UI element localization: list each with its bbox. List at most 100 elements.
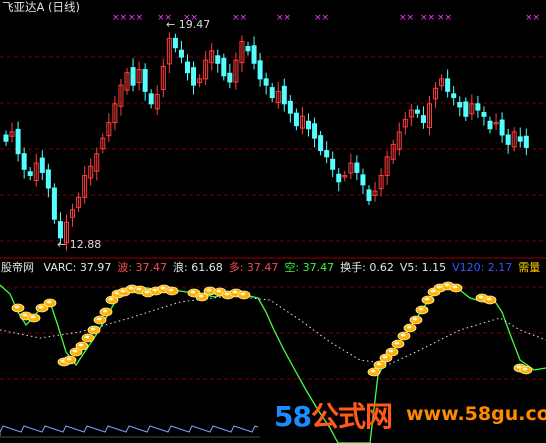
signal-bubble-highlight	[14, 305, 20, 309]
candle-body	[457, 102, 463, 108]
signal-bubble-highlight	[96, 317, 102, 321]
candle-body	[324, 150, 330, 158]
candle-body	[51, 187, 57, 220]
candle-body	[45, 169, 51, 189]
signal-bubble-highlight	[78, 343, 84, 347]
candle-body	[420, 115, 426, 124]
indicator-value: 需量	[518, 261, 541, 274]
signal-bubble-highlight	[418, 307, 424, 311]
signal-bubble-highlight	[406, 325, 412, 329]
candle-body	[354, 162, 360, 173]
indicator-value: 波: 37.47	[117, 261, 168, 274]
signal-bubble-highlight	[436, 285, 442, 289]
candle-body	[172, 37, 178, 49]
candle-body	[3, 134, 9, 142]
stock-chart-window: ×× ×× ×× ×× ×× ×× ×× ×× ×× ×× ×× 飞亚达A (日线) ← 19.47…	[0, 0, 546, 443]
signal-bubble-highlight	[84, 335, 90, 339]
signal-bubble-highlight	[120, 289, 126, 293]
signal-marker: ××	[276, 13, 291, 23]
signal-bubble-highlight	[144, 290, 150, 294]
indicator-value: V5: 1.15	[399, 261, 447, 274]
candle-body	[293, 112, 299, 127]
candle-body	[499, 119, 505, 136]
signal-marker: ××	[314, 13, 329, 23]
candle-body	[251, 45, 257, 64]
candle-body	[445, 78, 451, 92]
signal-bubble-highlight	[72, 349, 78, 353]
candle-body	[414, 109, 420, 114]
indicator-value: V120: 2.17	[452, 261, 513, 274]
candle-body	[487, 120, 493, 130]
signal-bubble-highlight	[216, 289, 222, 293]
candle-body	[245, 45, 251, 52]
signal-bubble-highlight	[478, 295, 484, 299]
candle-body	[330, 158, 336, 170]
candle-body	[505, 134, 511, 145]
candle-body	[269, 87, 275, 99]
candlestick-chart[interactable]: ×× ×× ×× ×× ×× ×× ×× ×× ×× ×× ××	[0, 0, 546, 443]
signal-bubble-highlight	[22, 313, 28, 317]
indicator-value: 多: 37.47	[228, 261, 279, 274]
candle-body	[191, 67, 197, 86]
signal-bubble-highlight	[136, 287, 142, 291]
candle-body	[215, 55, 221, 64]
signal-bubble-highlight	[388, 349, 394, 353]
signal-marker: ××	[399, 13, 414, 23]
signal-bubble-highlight	[522, 367, 528, 371]
candle-body	[451, 93, 457, 99]
candle-body	[366, 189, 372, 201]
signal-bubble-highlight	[412, 317, 418, 321]
signal-marker: ××	[128, 13, 143, 23]
indicator-values: VARC: 37.97 波: 37.47 浪: 61.68 多: 37.47 空: 37…	[38, 261, 541, 275]
signal-bubble-highlight	[108, 297, 114, 301]
candle-body	[263, 78, 269, 86]
candle-body	[148, 93, 154, 105]
signal-marker: ××	[232, 13, 247, 23]
candle-body	[463, 101, 469, 117]
signal-bubble-highlight	[102, 309, 108, 313]
high-price-label: ← 19.47	[166, 18, 211, 31]
candle-body	[142, 69, 148, 92]
candle-body	[312, 123, 318, 139]
signal-bubble-highlight	[38, 305, 44, 309]
signal-bubble-highlight	[128, 286, 134, 290]
candle-body	[475, 103, 481, 111]
indicator-value: 换手: 0.62	[340, 261, 394, 274]
candle-body	[517, 136, 523, 142]
candle-body	[360, 174, 366, 186]
candle-body	[257, 60, 263, 80]
candle-body	[221, 57, 227, 77]
signal-bubble-highlight	[370, 369, 376, 373]
signal-marker: ××	[525, 13, 540, 23]
candle-body	[306, 120, 311, 130]
signal-bubble-highlight	[400, 333, 406, 337]
watermark-url: www.58gu.com	[406, 403, 546, 425]
candle-body	[27, 171, 33, 177]
signal-bubble-highlight	[190, 290, 196, 294]
signal-bubble-highlight	[30, 315, 36, 319]
indicator-name: 股帝网	[1, 261, 34, 274]
signal-marker: ××	[437, 13, 452, 23]
candle-body	[523, 135, 529, 148]
signal-bubble-highlight	[376, 362, 382, 366]
candle-body	[481, 112, 487, 117]
signal-bubble-highlight	[46, 300, 52, 304]
signal-bubble-highlight	[444, 283, 450, 287]
signal-marker: ××	[420, 13, 435, 23]
signal-bubble-highlight	[382, 355, 388, 359]
volume-line	[0, 425, 259, 436]
signal-bubble-highlight	[206, 288, 212, 292]
candle-body	[21, 153, 27, 170]
candle-body	[39, 157, 45, 173]
indicator-readout-bar: 股帝网 VARC: 37.97 波: 37.47 浪: 61.68 多: 37.47 空…	[0, 261, 546, 275]
indicator-value: VARC: 37.97	[43, 261, 112, 274]
candle-body	[318, 135, 324, 152]
signal-bubble-highlight	[90, 327, 96, 331]
signal-marker: ××	[112, 13, 127, 23]
candle-body	[281, 85, 287, 105]
signal-bubble-highlight	[198, 294, 204, 298]
candle-body	[336, 173, 342, 183]
signal-bubble-highlight	[232, 290, 238, 294]
candle-body	[178, 49, 184, 58]
signal-bubble-highlight	[152, 288, 158, 292]
